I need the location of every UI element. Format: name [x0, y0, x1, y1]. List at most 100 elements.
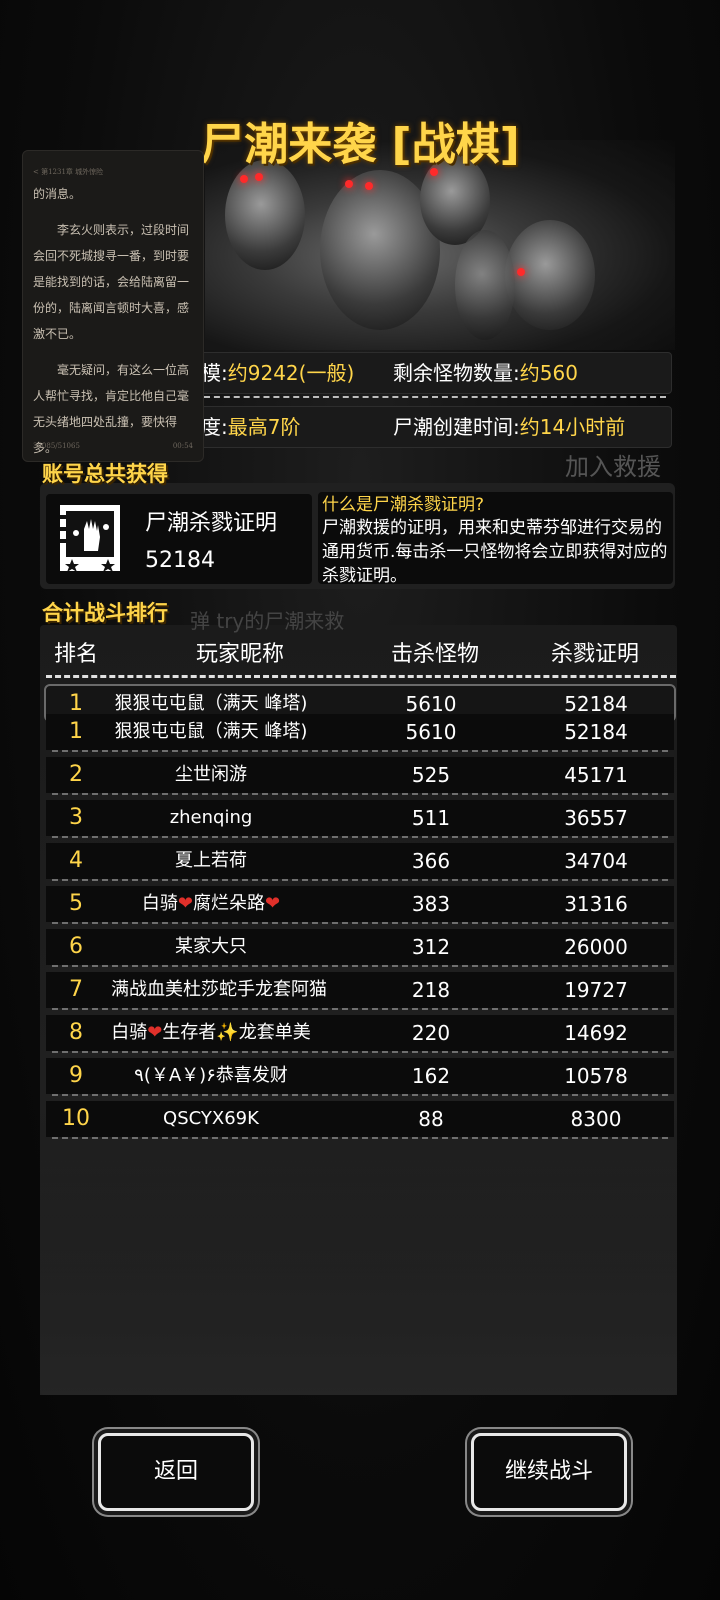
cert-name: 尸潮杀戮证明: [145, 511, 278, 536]
scale-label: 模:: [201, 361, 228, 385]
player-name: QSCYX69K: [163, 1108, 259, 1129]
cert-question-body: 尸潮救援的证明，用来和史蒂芬邹进行交易的通用货币.每击杀一只怪物将会立即获得对应…: [322, 518, 668, 584]
cert-cell: 31316: [564, 892, 628, 916]
table-row[interactable]: 6 某家大只 312 26000: [46, 929, 674, 967]
rank-cell: 7: [69, 977, 83, 1002]
header-cert: 杀戮证明: [550, 642, 639, 667]
rank-cell: 3: [69, 805, 83, 830]
reader-paragraph: 李玄火则表示，过段时间会回不死城搜寻一番，到时要是能找到的话，会给陆离留一份的，…: [33, 223, 190, 341]
continue-battle-button[interactable]: 继续战斗: [471, 1433, 627, 1511]
cert-cell: 8300: [570, 1107, 622, 1131]
cert-cell: 45171: [564, 763, 628, 787]
reader-paragraph: 的消息。: [33, 187, 82, 201]
rank-cell: 8: [69, 1020, 83, 1045]
kills-cell: 220: [411, 1021, 451, 1045]
heart-icon: ❤: [177, 893, 193, 914]
info-row-scale: 模:约9242(一般) 剩余怪物数量:约560: [200, 352, 672, 394]
scale-value: 约9242(一般): [227, 361, 355, 385]
rank-cell: 6: [69, 934, 83, 959]
table-row[interactable]: 3 zhenqing 511 36557: [46, 800, 674, 838]
player-name: 尘世闲游: [175, 764, 247, 785]
scale-cell: 模:约9242(一般): [201, 353, 354, 393]
player-name: 白骑❤生存者✨龙套单美: [111, 1015, 311, 1051]
player-name-part: 腐烂朵路: [193, 893, 265, 914]
row-divider: [52, 965, 668, 967]
kills-cell: 162: [411, 1064, 451, 1088]
kill-certificate-icon: [60, 505, 120, 572]
ranking-header-divider: [46, 675, 676, 678]
player-name: 夏上若荷: [175, 850, 247, 871]
cert-cell: 34704: [564, 849, 628, 873]
info-divider: [204, 396, 666, 398]
created-label: 尸潮创建时间:: [393, 415, 520, 439]
account-section-title: 账号总共获得: [42, 462, 168, 486]
heart-icon: ❤: [265, 893, 281, 914]
header-rank: 排名: [53, 642, 98, 667]
created-value: 约14小时前: [519, 415, 626, 439]
cert-cell: 10578: [564, 1064, 628, 1088]
player-name: 某家大只: [175, 936, 247, 957]
cert-question-title: 什么是尸潮杀戮证明?: [322, 495, 485, 515]
ranking-section-title: 合计战斗排行: [42, 601, 168, 625]
player-name: 狠狠屯屯鼠（满天 峰塔): [114, 721, 308, 742]
table-row[interactable]: 1 狠狠屯屯鼠（满天 峰塔) 5610 52184: [46, 714, 674, 752]
cert-value: 52184: [145, 548, 215, 573]
info-row-difficulty: 度:最高7阶 尸潮创建时间:约14小时前: [200, 406, 672, 448]
row-divider: [52, 1051, 668, 1053]
difficulty-value: 最高7阶: [227, 415, 301, 439]
table-row[interactable]: 2 尘世闲游 525 45171: [46, 757, 674, 795]
back-button[interactable]: 返回: [98, 1433, 254, 1511]
reader-progress: 36085/51065: [33, 442, 80, 450]
player-name-part: 白骑: [141, 893, 178, 914]
row-divider: [52, 793, 668, 795]
row-divider: [52, 750, 668, 752]
floating-reader-window[interactable]: < 第1231章 城外惊险 的消息。 李玄火则表示，过段时间会回不死城搜寻一番，…: [22, 150, 204, 462]
cert-explanation: 什么是尸潮杀戮证明? 尸潮救援的证明，用来和史蒂芬邹进行交易的通用货币.每击杀一…: [318, 492, 673, 584]
player-name-part: 龙套单美: [238, 1022, 311, 1043]
table-row[interactable]: 8 白骑❤生存者✨龙套单美 220 14692: [46, 1015, 674, 1053]
rank-cell: 1: [69, 719, 83, 744]
heart-icon: ❤: [147, 1022, 163, 1043]
kills-cell: 511: [411, 806, 451, 830]
player-name-part: 生存者: [162, 1022, 217, 1043]
table-row[interactable]: 9 ٩(￥A￥)۶恭喜发财 162 10578: [46, 1058, 674, 1096]
ranking-header: 排名 玩家昵称 击杀怪物 杀戮证明: [40, 628, 677, 670]
reader-footer: 36085/51065 00:54: [33, 441, 193, 451]
row-divider: [52, 922, 668, 924]
row-divider: [52, 836, 668, 838]
table-row[interactable]: 5 白骑❤腐烂朵路❤ 383 31316: [46, 886, 674, 924]
kills-cell: 88: [418, 1107, 444, 1131]
player-name: 满战血美杜莎蛇手龙套阿猫: [111, 979, 327, 1000]
row-divider: [52, 1008, 668, 1010]
row-divider: [52, 1137, 668, 1139]
rank-cell: 10: [62, 1106, 90, 1131]
reader-clock: 00:54: [172, 442, 193, 450]
player-name-part: 白骑: [111, 1022, 148, 1043]
kills-cell: 218: [411, 978, 451, 1002]
difficulty-cell: 度:最高7阶: [201, 407, 300, 447]
kills-cell: 312: [411, 935, 451, 959]
row-divider: [52, 1094, 668, 1096]
kills-cell: 383: [411, 892, 451, 916]
table-row[interactable]: 10 QSCYX69K 88 8300: [46, 1101, 674, 1139]
cert-cell: 52184: [564, 720, 628, 744]
rank-cell: 4: [69, 848, 83, 873]
player-name: ٩(￥A￥)۶恭喜发财: [134, 1065, 288, 1086]
header-kills: 击杀怪物: [390, 642, 479, 667]
kills-cell: 366: [411, 849, 451, 873]
kills-cell: 525: [411, 763, 451, 787]
remaining-value: 约560: [519, 361, 578, 385]
player-name: zhenqing: [169, 807, 253, 828]
cert-cell: 36557: [564, 806, 628, 830]
row-divider: [52, 879, 668, 881]
sparkle-icon: ✨: [216, 1022, 239, 1043]
header-player: 玩家昵称: [195, 642, 284, 667]
table-row[interactable]: 4 夏上若荷 366 34704: [46, 843, 674, 881]
remaining-cell: 剩余怪物数量:约560: [393, 353, 578, 393]
ranking-panel-fade: [40, 1140, 677, 1395]
rank-cell: 5: [69, 891, 83, 916]
remaining-label: 剩余怪物数量:: [393, 361, 520, 385]
cert-cell: 26000: [564, 935, 628, 959]
table-row[interactable]: 7 满战血美杜莎蛇手龙套阿猫 218 19727: [46, 972, 674, 1010]
kills-cell: 5610: [405, 720, 457, 744]
